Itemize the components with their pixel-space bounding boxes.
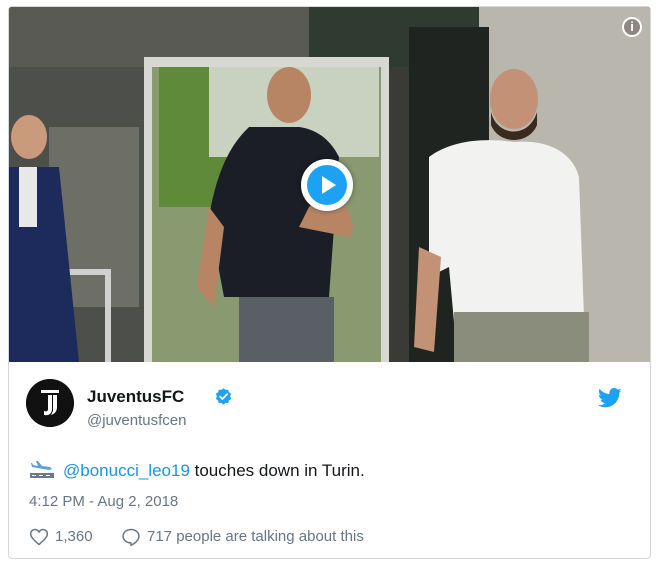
like-count: 1,360 — [55, 528, 93, 545]
conversation-action[interactable]: 717 people are talking about this — [121, 526, 421, 548]
heart-icon — [29, 528, 49, 546]
talking-count: 717 people are talking about this — [147, 528, 364, 545]
twitter-bird-icon[interactable] — [598, 388, 622, 408]
tweet-text: @bonucci_leo19 touches down in Turin. — [29, 458, 365, 481]
verified-badge-icon — [215, 388, 232, 405]
airplane-landing-emoji — [30, 461, 54, 478]
mention-link[interactable]: @bonucci_leo19 — [63, 461, 190, 480]
avatar[interactable] — [26, 379, 74, 427]
play-icon — [322, 176, 336, 194]
tweet-text-rest: touches down in Turin. — [189, 461, 365, 480]
info-icon[interactable]: i — [622, 17, 642, 37]
play-circle — [307, 165, 347, 205]
play-button[interactable] — [301, 159, 353, 211]
speech-bubble-icon — [122, 528, 140, 547]
tweet-card: i JuventusFC @juventusfcen @bonucci_leo1… — [8, 6, 651, 559]
user-handle[interactable]: @juventusfcen — [87, 412, 186, 429]
like-action[interactable]: 1,360 — [29, 526, 111, 548]
display-name[interactable]: JuventusFC — [87, 387, 184, 407]
tweet-body: JuventusFC @juventusfcen @bonucci_leo19 … — [9, 362, 650, 558]
tweet-timestamp[interactable]: 4:12 PM - Aug 2, 2018 — [29, 493, 178, 510]
juventus-logo-icon — [26, 379, 74, 427]
video-player[interactable]: i — [9, 7, 650, 362]
